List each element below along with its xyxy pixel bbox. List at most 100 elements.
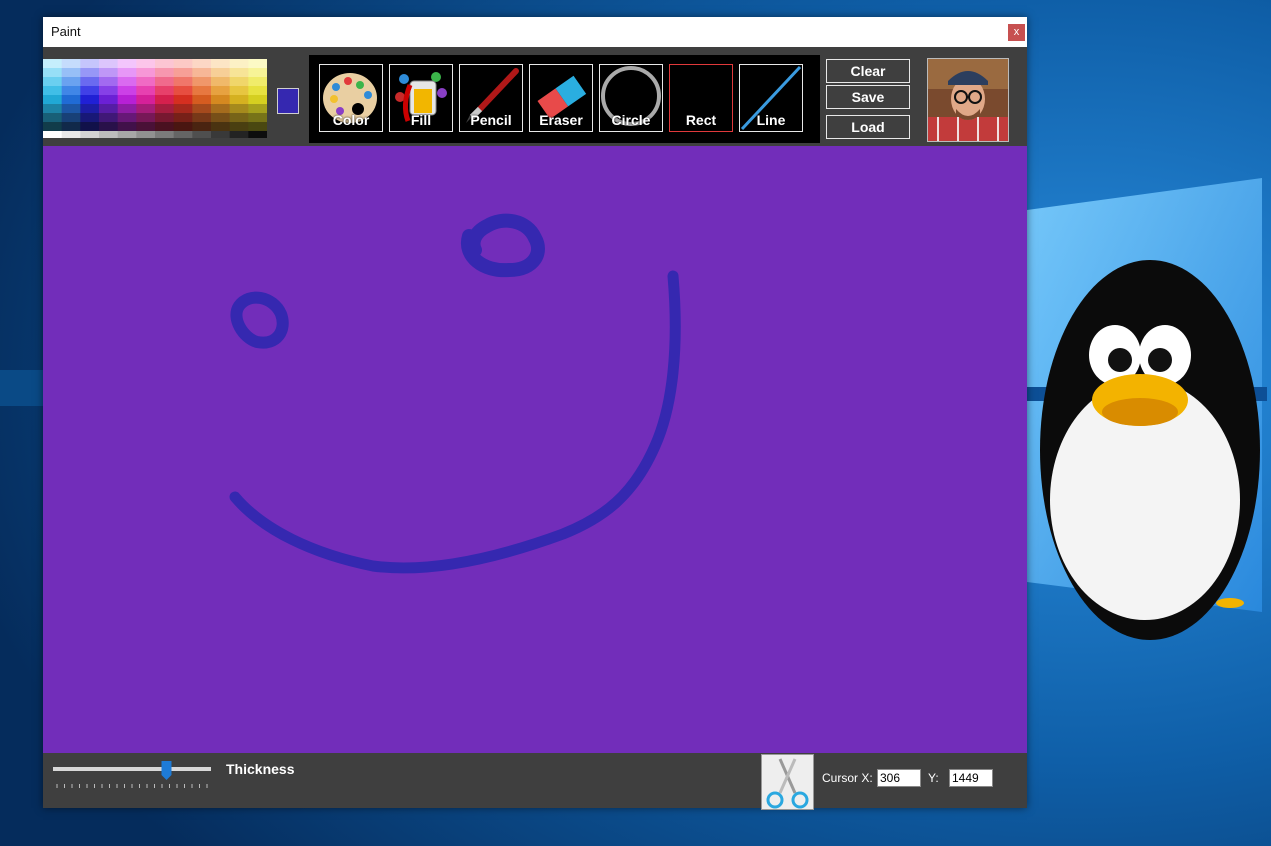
palette-swatch[interactable]	[61, 104, 81, 114]
palette-swatch[interactable]	[155, 68, 175, 78]
palette-swatch[interactable]	[136, 113, 156, 123]
palette-swatch[interactable]	[99, 68, 119, 78]
palette-swatch[interactable]	[192, 131, 212, 138]
palette-swatch[interactable]	[43, 113, 63, 123]
close-button[interactable]: x	[1008, 24, 1025, 41]
palette-swatch[interactable]	[136, 122, 156, 132]
palette-swatch[interactable]	[61, 131, 81, 138]
palette-swatch[interactable]	[117, 59, 137, 69]
palette-swatch[interactable]	[117, 95, 137, 105]
palette-swatch[interactable]	[43, 68, 63, 78]
tool-circle-button[interactable]: Circle	[599, 64, 663, 132]
palette-swatch[interactable]	[211, 104, 231, 114]
palette-swatch[interactable]	[155, 59, 175, 69]
palette-swatch[interactable]	[43, 77, 63, 87]
palette-swatch[interactable]	[155, 86, 175, 96]
palette-swatch[interactable]	[43, 131, 63, 138]
palette-swatch[interactable]	[80, 122, 100, 132]
palette-swatch[interactable]	[192, 95, 212, 105]
palette-swatch[interactable]	[99, 86, 119, 96]
palette-swatch[interactable]	[99, 131, 119, 138]
palette-swatch[interactable]	[229, 122, 249, 132]
palette-swatch[interactable]	[192, 68, 212, 78]
palette-swatch[interactable]	[136, 95, 156, 105]
palette-swatch[interactable]	[192, 104, 212, 114]
palette-swatch[interactable]	[229, 59, 249, 69]
cursor-y-field[interactable]	[949, 769, 993, 787]
palette-swatch[interactable]	[80, 113, 100, 123]
palette-swatch[interactable]	[136, 131, 156, 138]
cut-button[interactable]	[761, 754, 814, 810]
palette-swatch[interactable]	[80, 95, 100, 105]
palette-swatch[interactable]	[117, 113, 137, 123]
palette-swatch[interactable]	[99, 95, 119, 105]
clear-button[interactable]: Clear	[826, 59, 910, 83]
palette-swatch[interactable]	[117, 104, 137, 114]
palette-swatch[interactable]	[155, 77, 175, 87]
palette-swatch[interactable]	[173, 122, 193, 132]
palette-swatch[interactable]	[43, 95, 63, 105]
drawing-canvas[interactable]	[43, 146, 1027, 753]
tool-color-button[interactable]: Color	[319, 64, 383, 132]
palette-swatch[interactable]	[136, 86, 156, 96]
palette-swatch[interactable]	[211, 122, 231, 132]
palette-swatch[interactable]	[61, 68, 81, 78]
tool-line-button[interactable]: Line	[739, 64, 803, 132]
palette-swatch[interactable]	[229, 131, 249, 138]
palette-swatch[interactable]	[192, 86, 212, 96]
palette-swatch[interactable]	[192, 113, 212, 123]
palette-swatch[interactable]	[211, 113, 231, 123]
palette-swatch[interactable]	[173, 68, 193, 78]
palette-swatch[interactable]	[136, 59, 156, 69]
palette-swatch[interactable]	[192, 59, 212, 69]
palette-swatch[interactable]	[136, 68, 156, 78]
palette-swatch[interactable]	[173, 86, 193, 96]
palette-swatch[interactable]	[136, 104, 156, 114]
palette-swatch[interactable]	[99, 59, 119, 69]
palette-swatch[interactable]	[248, 95, 267, 105]
palette-swatch[interactable]	[248, 104, 267, 114]
thickness-slider[interactable]	[53, 759, 211, 789]
palette-swatch[interactable]	[43, 122, 63, 132]
palette-swatch[interactable]	[155, 113, 175, 123]
palette-swatch[interactable]	[248, 113, 267, 123]
palette-swatch[interactable]	[248, 59, 267, 69]
cursor-x-field[interactable]	[877, 769, 921, 787]
palette-swatch[interactable]	[211, 86, 231, 96]
palette-swatch[interactable]	[43, 86, 63, 96]
save-button[interactable]: Save	[826, 85, 910, 109]
palette-swatch[interactable]	[173, 113, 193, 123]
palette-swatch[interactable]	[155, 104, 175, 114]
palette-swatch[interactable]	[80, 104, 100, 114]
tool-rect-button[interactable]: Rect	[669, 64, 733, 132]
palette-swatch[interactable]	[99, 113, 119, 123]
palette-swatch[interactable]	[155, 131, 175, 138]
palette-swatch[interactable]	[192, 122, 212, 132]
palette-swatch[interactable]	[229, 86, 249, 96]
palette-swatch[interactable]	[211, 77, 231, 87]
palette-swatch[interactable]	[173, 104, 193, 114]
palette-swatch[interactable]	[173, 59, 193, 69]
palette-swatch[interactable]	[80, 59, 100, 69]
palette-swatch[interactable]	[173, 95, 193, 105]
palette-swatch[interactable]	[61, 77, 81, 87]
palette-swatch[interactable]	[248, 131, 267, 138]
palette-swatch[interactable]	[248, 77, 267, 87]
palette-swatch[interactable]	[173, 77, 193, 87]
palette-swatch[interactable]	[248, 86, 267, 96]
palette-swatch[interactable]	[248, 122, 267, 132]
palette-swatch[interactable]	[117, 68, 137, 78]
tool-eraser-button[interactable]: Eraser	[529, 64, 593, 132]
palette-swatch[interactable]	[173, 131, 193, 138]
palette-swatch[interactable]	[43, 104, 63, 114]
palette-swatch[interactable]	[61, 95, 81, 105]
palette-swatch[interactable]	[99, 104, 119, 114]
palette-swatch[interactable]	[136, 77, 156, 87]
palette-swatch[interactable]	[61, 122, 81, 132]
palette-swatch[interactable]	[248, 68, 267, 78]
tool-fill-button[interactable]: Fill	[389, 64, 453, 132]
palette-swatch[interactable]	[229, 104, 249, 114]
palette-swatch[interactable]	[211, 59, 231, 69]
palette-swatch[interactable]	[155, 95, 175, 105]
palette-swatch[interactable]	[61, 59, 81, 69]
